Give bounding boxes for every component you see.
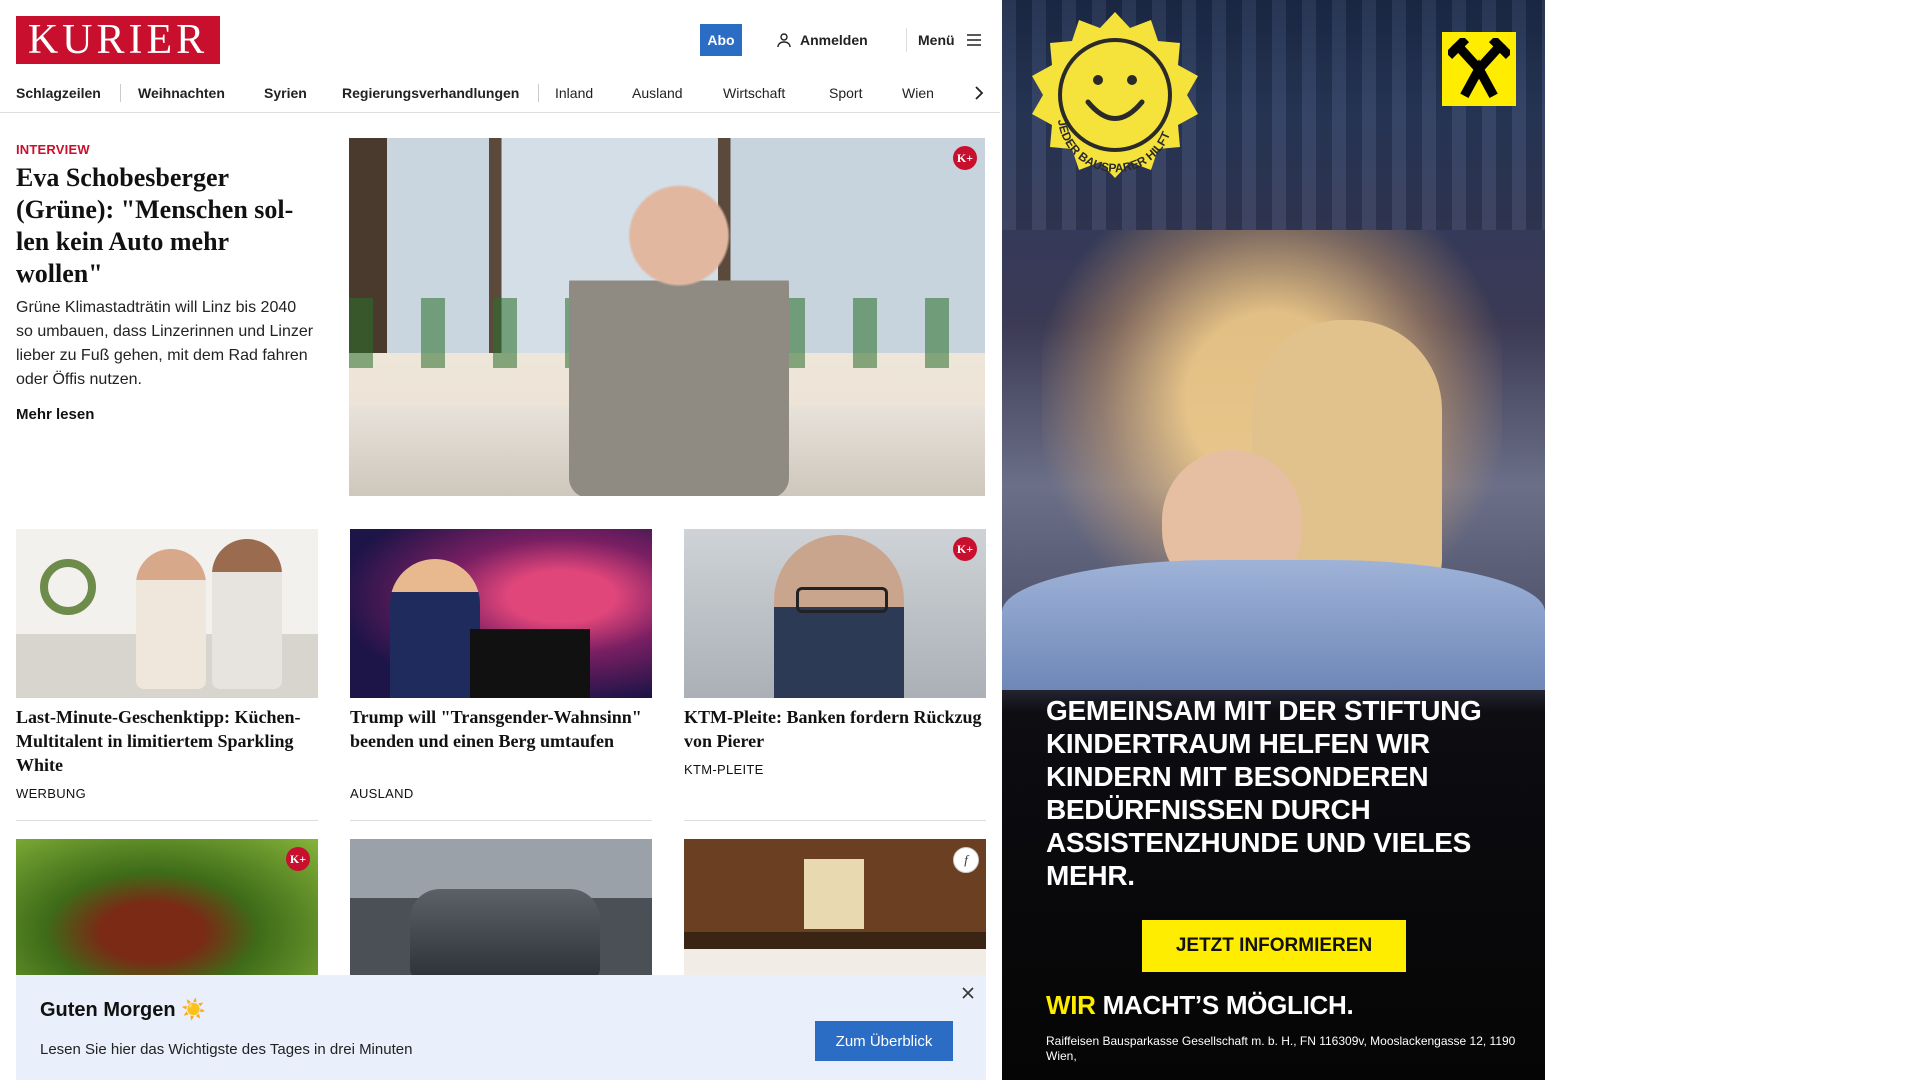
nav-item-syrien[interactable]: Syrien xyxy=(264,80,307,106)
hamburger-icon xyxy=(966,34,981,46)
nav-divider xyxy=(120,84,121,102)
image-detail xyxy=(470,629,590,698)
nav-item-sport[interactable]: Sport xyxy=(829,80,862,106)
ad-slogan-rest: MACHT’S MÖGLICH. xyxy=(1095,990,1354,1020)
raiffeisen-ad[interactable]: JEDER BAUSPARER HILFT GEMEINSAM MIT DER … xyxy=(1002,0,1545,1080)
header-divider xyxy=(906,28,907,52)
morning-title: Guten Morgen ☀️ xyxy=(40,999,207,1021)
kplus-badge-icon: K+ xyxy=(286,847,310,871)
user-icon xyxy=(777,33,791,48)
image-detail xyxy=(774,535,904,698)
card-image-trump[interactable] xyxy=(350,529,652,698)
card-title-ktm[interactable]: KTM-Pleite: Banken fordern Rück­zug von … xyxy=(684,705,986,753)
image-detail xyxy=(40,559,96,615)
nav-item-wien[interactable]: Wien xyxy=(902,80,934,106)
image-detail xyxy=(136,549,206,689)
nav-item-ausland[interactable]: Ausland xyxy=(632,80,683,106)
kplus-badge-icon: K+ xyxy=(953,537,977,561)
smiley-sun-badge-icon: JEDER BAUSPARER HILFT xyxy=(1032,12,1198,178)
ad-cta-button[interactable]: JETZT INFORMIEREN xyxy=(1142,920,1406,972)
news-site: KURIER Abo Anmelden Menü Schlagzeilen We… xyxy=(0,0,1000,1080)
login-button[interactable]: Anmelden xyxy=(776,28,868,52)
raiffeisen-logo-icon xyxy=(1442,32,1516,106)
hero-image[interactable] xyxy=(349,138,985,496)
hero-image-person xyxy=(569,178,789,496)
image-detail xyxy=(804,859,864,929)
overview-button[interactable]: Zum Überblick xyxy=(815,1021,953,1061)
nav-divider xyxy=(538,84,539,102)
nav-item-regierungsverhandlungen[interactable]: Regierungsverhandlungen xyxy=(342,80,519,106)
card-tag-werbung[interactable]: WERBUNG xyxy=(16,786,86,801)
card-tag-ktm-pleite[interactable]: KTM-PLEITE xyxy=(684,762,764,777)
card-image-ktm[interactable] xyxy=(684,529,986,698)
card-divider xyxy=(684,820,986,821)
morning-briefing-banner: Guten Morgen ☀️ Lesen Sie hier das Wicht… xyxy=(16,975,986,1080)
read-more-link[interactable]: Mehr lesen xyxy=(16,406,94,423)
nav-item-weihnachten[interactable]: Weihnachten xyxy=(138,80,225,106)
section-nav: Schlagzeilen Weihnachten Syrien Regierun… xyxy=(0,76,1000,113)
card-title-kitchen[interactable]: Last-Minute-Geschenktipp: Kü­chen-Multit… xyxy=(16,705,318,777)
ad-legal-text: Raiffeisen Bausparkasse Gesellschaft m. … xyxy=(1046,1034,1516,1063)
menu-button[interactable]: Menü xyxy=(918,28,983,52)
morning-text: Lesen Sie hier das Wichtigste des Tages … xyxy=(40,1041,413,1058)
card-title-trump[interactable]: Trump will "Transgender-Wahn­sinn" beend… xyxy=(350,705,652,753)
login-label: Anmelden xyxy=(800,32,868,48)
ad-blanket xyxy=(1002,560,1545,690)
nav-item-schlagzeilen[interactable]: Schlagzeilen xyxy=(16,80,101,106)
hero-kicker: INTERVIEW xyxy=(16,142,90,157)
image-detail xyxy=(212,539,282,689)
hero-lead: Grüne Klimastadträtin will Linz bis 2040… xyxy=(16,299,314,388)
ad-slogan-wir: WIR xyxy=(1046,990,1096,1020)
abo-button[interactable]: Abo xyxy=(700,24,742,56)
image-detail xyxy=(390,559,480,698)
card-divider xyxy=(16,820,318,821)
image-detail xyxy=(796,587,888,613)
card-image-kitchen[interactable] xyxy=(16,529,318,698)
card-divider xyxy=(350,820,652,821)
premium-f-badge-icon: f xyxy=(953,847,979,873)
nav-item-inland[interactable]: Inland xyxy=(555,80,593,106)
menu-label: Menü xyxy=(918,32,955,48)
ad-slogan: WIR MACHT’S MÖGLICH. xyxy=(1046,990,1354,1021)
image-detail xyxy=(410,889,600,979)
ad-headline: GEMEINSAM MIT DER STIFTUNG KINDERTRAUM H… xyxy=(1046,695,1482,891)
nav-next-chevron-icon[interactable] xyxy=(966,80,992,106)
nav-item-wirtschaft[interactable]: Wirtschaft xyxy=(723,80,785,106)
kplus-badge-icon: K+ xyxy=(953,146,977,170)
hero-headline[interactable]: Eva Schobesberger (Grüne): "Menschen sol… xyxy=(16,162,316,290)
card-tag-ausland[interactable]: AUSLAND xyxy=(350,786,414,801)
close-icon[interactable] xyxy=(958,983,978,1003)
kurier-logo[interactable]: KURIER xyxy=(16,16,220,64)
